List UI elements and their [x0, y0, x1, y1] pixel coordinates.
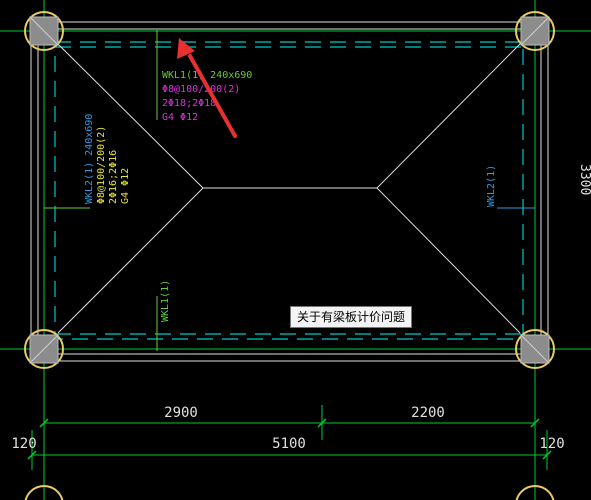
hip-line-bottom-left [57, 187, 204, 334]
beam-bottom-label: WKL1(1) [160, 280, 171, 322]
beam-top-stirrup: Φ8@100/200(2) [162, 84, 240, 95]
beam-right-label: WKL2(1) [486, 165, 497, 207]
dim-total: 5100 [272, 436, 306, 452]
dim-offset-right: 120 [539, 436, 564, 452]
column-marker-icon [515, 329, 555, 369]
cad-drawing-canvas[interactable]: WKL1(1) 240x690 Φ8@100/200(2) 2Φ18;2Φ18 … [0, 0, 591, 500]
beam-top-side-bars: G4 Φ12 [162, 112, 198, 123]
beam-annotation-left: WKL2(1) 240x690 Φ8@100/200(2) 2Φ16;2Φ16 … [84, 114, 131, 204]
beam-left-side-bars: G4 Φ12 [120, 168, 131, 204]
beam-left-main-bars: 2Φ16;2Φ16 [108, 150, 119, 204]
beam-annotation-top: WKL1(1) 240x690 Φ8@100/200(2) 2Φ18;2Φ18 … [162, 70, 252, 123]
beam-left-stirrup: Φ8@100/200(2) [96, 126, 107, 204]
column-marker-icon [24, 11, 64, 51]
right-edge-dimension: 3300 [577, 164, 591, 195]
beam-top-main-bars: 2Φ18;2Φ18 [162, 98, 216, 109]
cad-drawing[interactable]: WKL1(1) 240x690 Φ8@100/200(2) 2Φ18;2Φ18 … [0, 0, 591, 500]
dim-span-left: 2900 [164, 405, 198, 421]
column-marker-icon [515, 11, 555, 51]
beam-left-name: WKL2(1) 240x690 [84, 114, 95, 204]
arrow-shaft [188, 54, 237, 138]
beam-top-name: WKL1(1) 240x690 [162, 70, 252, 81]
dim-span-right: 2200 [411, 405, 445, 421]
dimension-text: 2900 2200 5100 120 120 [11, 405, 564, 452]
column-marker-icon [24, 329, 64, 369]
hip-line-top-right [376, 43, 521, 189]
dim-offset-left: 120 [11, 436, 36, 452]
hover-tooltip: 关于有梁板计价问题 [290, 306, 413, 328]
arrow-head [177, 38, 195, 59]
